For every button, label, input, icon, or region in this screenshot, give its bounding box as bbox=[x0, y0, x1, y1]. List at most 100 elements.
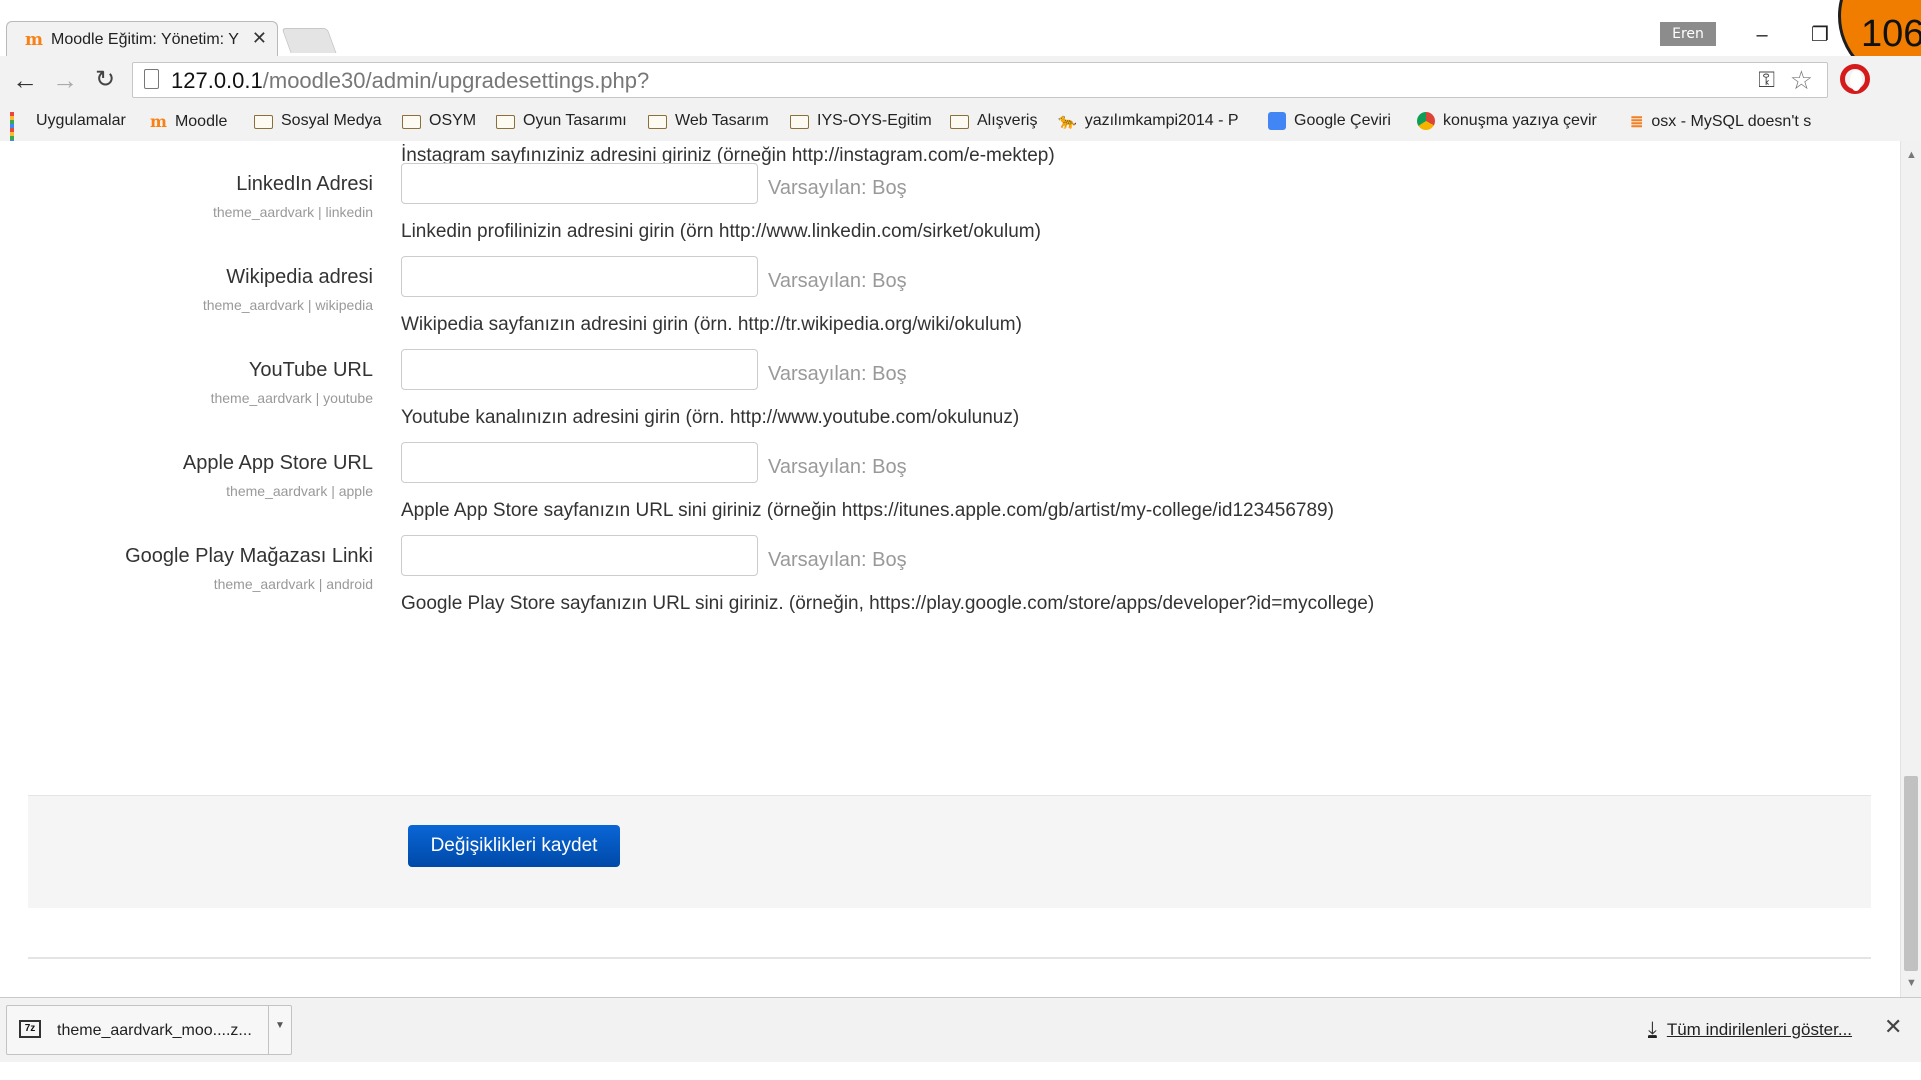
bookmark-label: Moodle bbox=[174, 112, 228, 130]
bookmark-item[interactable]: Oyun Tasarımı bbox=[496, 112, 627, 130]
bookmark-label: OSYM bbox=[429, 112, 477, 129]
archive-file-icon: 7z bbox=[19, 1020, 41, 1038]
stackoverflow-icon: ≣ bbox=[1630, 114, 1644, 131]
forward-arrow-icon[interactable]: → bbox=[48, 64, 82, 96]
apple-input[interactable] bbox=[401, 442, 758, 483]
setting-row-android: Google Play Mağazası Linki theme_aardvark… bbox=[0, 535, 1900, 649]
bookmark-item[interactable]: Uygulamalar bbox=[10, 112, 126, 148]
setting-key: theme_aardvark | android bbox=[213, 576, 373, 592]
page-icon bbox=[144, 69, 159, 89]
scroll-down-icon[interactable]: ▼ bbox=[1906, 977, 1917, 989]
setting-key: theme_aardvark | linkedin bbox=[212, 204, 373, 220]
tab-title: Moodle Eğitim: Yönetim: Y bbox=[51, 31, 239, 48]
bookmark-item[interactable]: Sosyal Medya bbox=[254, 112, 382, 130]
tab-close-icon[interactable]: ✕ bbox=[252, 28, 267, 49]
bookmark-star-icon[interactable]: ☆ bbox=[1790, 65, 1813, 96]
bookmark-label: Google Çeviri bbox=[1294, 112, 1391, 129]
download-menu-caret-icon[interactable]: ▼ bbox=[268, 1006, 291, 1054]
apps-grid-icon bbox=[10, 112, 28, 148]
android-input[interactable] bbox=[401, 535, 758, 576]
bookmark-label: Oyun Tasarımı bbox=[523, 112, 627, 129]
bookmark-label: Uygulamalar bbox=[36, 112, 126, 129]
page-scrollbar[interactable]: ▲ ▼ bbox=[1900, 141, 1921, 997]
folder-icon bbox=[496, 115, 515, 129]
bookmark-label: Sosyal Medya bbox=[281, 112, 382, 129]
form-footer: Değişiklikleri kaydet bbox=[28, 795, 1871, 908]
bookmark-item[interactable]: m Moodle bbox=[150, 112, 227, 131]
back-arrow-icon[interactable]: ← bbox=[8, 64, 42, 96]
opera-extension-icon[interactable] bbox=[1840, 64, 1870, 94]
setting-default: Varsayılan: Boş bbox=[768, 177, 907, 199]
setting-label: Wikipedia adresi bbox=[226, 266, 373, 288]
youtube-input[interactable] bbox=[401, 349, 758, 390]
setting-description: Wikipedia sayfanızın adresini girin (örn… bbox=[401, 314, 1022, 335]
setting-default: Varsayılan: Boş bbox=[768, 363, 907, 385]
setting-default: Varsayılan: Boş bbox=[768, 549, 907, 571]
scrollbar-thumb[interactable] bbox=[1904, 776, 1918, 971]
setting-default: Varsayılan: Boş bbox=[768, 456, 907, 478]
bookmark-label: Alışveriş bbox=[977, 112, 1038, 129]
bookmark-item[interactable]: Alışveriş bbox=[950, 112, 1037, 130]
bookmark-item[interactable]: 🐆 yazılımkampi2014 - P bbox=[1058, 112, 1239, 130]
download-shelf: 7z theme_aardvark_moo....z... ▼ ⤓ Tüm in… bbox=[0, 997, 1921, 1062]
moodle-favicon-icon: m bbox=[25, 30, 43, 50]
bookmark-label: yazılımkampi2014 - P bbox=[1084, 112, 1239, 129]
reload-icon[interactable]: ↻ bbox=[88, 64, 122, 96]
folder-icon bbox=[790, 115, 809, 129]
page-content: İnstagram sayfınıziniz adresini giriniz … bbox=[0, 141, 1900, 997]
scroll-up-icon[interactable]: ▲ bbox=[1906, 149, 1917, 161]
browser-chrome: m Moodle Eğitim: Yönetim: Y ✕ Eren – ❐ 1… bbox=[0, 0, 1921, 148]
tab-strip: m Moodle Eğitim: Yönetim: Y ✕ Eren – ❐ 1… bbox=[0, 0, 1921, 84]
setting-label: Apple App Store URL bbox=[182, 452, 373, 474]
moodle-icon: m bbox=[150, 112, 167, 131]
url-text[interactable]: 127.0.0.1/moodle30/admin/upgradesettings… bbox=[171, 68, 649, 94]
profile-button[interactable]: Eren bbox=[1660, 22, 1716, 46]
bookmarks-bar: Uygulamalar m Moodle Sosyal Medya OSYM Oyun T… bbox=[0, 104, 1921, 148]
setting-key: theme_aardvark | youtube bbox=[210, 390, 373, 406]
browser-tab-active[interactable]: m Moodle Eğitim: Yönetim: Y ✕ bbox=[6, 21, 278, 56]
setting-key: theme_aardvark | wikipedia bbox=[202, 297, 373, 313]
chrome-icon bbox=[1417, 112, 1435, 130]
bookmark-label: osx - MySQL doesn't s bbox=[1651, 113, 1812, 130]
bookmark-item[interactable]: Web Tasarım bbox=[648, 112, 769, 130]
bookmark-item[interactable]: konuşma yazıya çevir bbox=[1417, 112, 1597, 130]
linkedin-input[interactable] bbox=[401, 163, 758, 204]
browser-toolbar: ← → ↻ 127.0.0.1/moodle30/admin/upgradese… bbox=[0, 56, 1921, 105]
google-translate-icon bbox=[1268, 112, 1286, 130]
download-file-name[interactable]: theme_aardvark_moo....z... bbox=[57, 1022, 252, 1040]
bookmark-item[interactable]: ≣ osx - MySQL doesn't s bbox=[1630, 112, 1811, 132]
bookmark-label: konuşma yazıya çevir bbox=[1443, 112, 1597, 129]
key-icon[interactable]: ⚿ bbox=[1758, 67, 1775, 93]
download-arrow-icon: ⤓ bbox=[1648, 1018, 1657, 1040]
setting-description: Linkedin profilinizin adresini girin (ör… bbox=[401, 221, 1041, 242]
new-tab-button[interactable] bbox=[281, 28, 337, 53]
folder-icon bbox=[402, 115, 421, 129]
cheetah-icon: 🐆 bbox=[1058, 113, 1077, 130]
bookmark-label: IYS-OYS-Egitim bbox=[817, 112, 932, 129]
address-bar[interactable]: 127.0.0.1/moodle30/admin/upgradesettings… bbox=[132, 62, 1828, 98]
slide-number: 106 bbox=[1861, 13, 1921, 55]
restore-button[interactable]: ❐ bbox=[1800, 20, 1840, 50]
setting-default: Varsayılan: Boş bbox=[768, 270, 907, 292]
wikipedia-input[interactable] bbox=[401, 256, 758, 297]
folder-icon bbox=[254, 115, 273, 129]
close-shelf-icon[interactable]: ✕ bbox=[1884, 1014, 1902, 1040]
setting-label: YouTube URL bbox=[248, 359, 373, 381]
folder-icon bbox=[648, 115, 667, 129]
download-item[interactable]: 7z theme_aardvark_moo....z... ▼ bbox=[6, 1005, 292, 1055]
setting-description: Youtube kanalınızın adresini girin (örn.… bbox=[401, 407, 1020, 428]
setting-key: theme_aardvark | apple bbox=[226, 483, 373, 499]
save-changes-button[interactable]: Değişiklikleri kaydet bbox=[408, 825, 620, 867]
setting-description: Google Play Store sayfanızın URL sini gi… bbox=[401, 593, 1375, 614]
bookmark-item[interactable]: Google Çeviri bbox=[1268, 112, 1391, 130]
divider bbox=[28, 957, 1871, 959]
bookmark-item[interactable]: IYS-OYS-Egitim bbox=[790, 112, 932, 130]
show-all-downloads-link[interactable]: ⤓ Tüm indirilenleri göster... bbox=[1648, 1018, 1852, 1041]
bookmark-item[interactable]: OSYM bbox=[402, 112, 476, 130]
setting-label: Google Play Mağazası Linki bbox=[125, 545, 373, 567]
setting-label: LinkedIn Adresi bbox=[236, 173, 373, 195]
bottom-strip bbox=[0, 1062, 1921, 1080]
minimize-button[interactable]: – bbox=[1742, 20, 1782, 50]
bookmark-label: Web Tasarım bbox=[675, 112, 769, 129]
folder-icon bbox=[950, 115, 969, 129]
